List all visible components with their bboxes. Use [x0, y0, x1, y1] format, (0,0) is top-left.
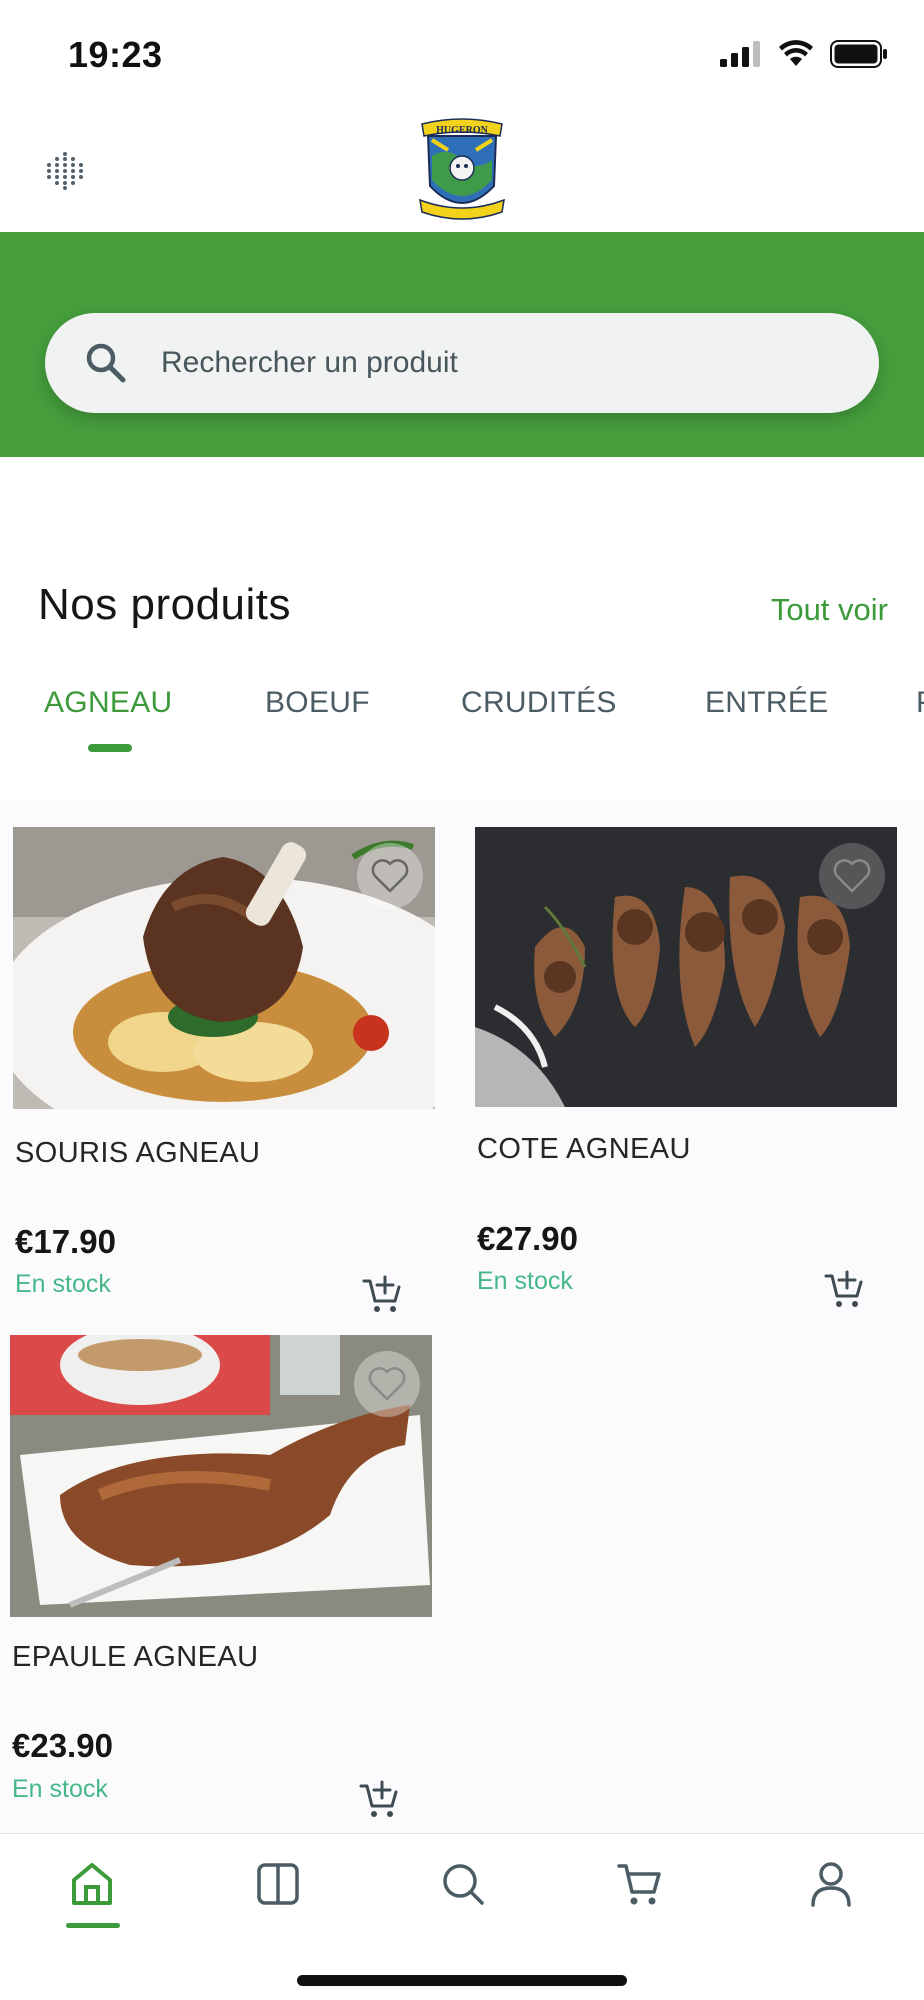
hugeron-logo: HUGERON: [419, 118, 505, 220]
tab-entree[interactable]: ENTRÉE: [705, 686, 829, 720]
product-name: SOURIS AGNEAU: [15, 1137, 261, 1169]
wifi-icon: [779, 40, 813, 66]
status-icons: [720, 40, 888, 68]
app-header: HUGERON: [0, 110, 924, 232]
product-price: €17.90: [15, 1223, 116, 1260]
stock-status: En stock: [12, 1775, 108, 1803]
add-to-cart-icon[interactable]: [361, 1273, 403, 1315]
profile-icon[interactable]: [801, 1854, 861, 1914]
product-card[interactable]: COTE AGNEAU €27.90 En stock: [475, 827, 899, 1317]
cellular-signal-icon: [720, 41, 760, 67]
tab-crudites[interactable]: CRUDITÉS: [461, 686, 617, 720]
product-card[interactable]: EPAULE AGNEAU €23.90 En stock: [10, 1335, 434, 1825]
stock-status: En stock: [477, 1267, 573, 1295]
see-all-link[interactable]: Tout voir: [771, 592, 888, 628]
add-to-cart-icon[interactable]: [358, 1778, 400, 1820]
catalog-icon[interactable]: [248, 1854, 308, 1914]
svg-text:HUGERON: HUGERON: [436, 125, 488, 136]
active-tab-indicator: [88, 744, 132, 752]
search-bar[interactable]: [45, 313, 879, 413]
home-indicator-bar: [297, 1975, 627, 1986]
search-icon: [86, 343, 126, 383]
section-title: Nos produits: [38, 580, 292, 629]
search-banner: [0, 232, 924, 457]
bottom-navigation: [0, 1833, 924, 2000]
search-icon[interactable]: [433, 1854, 493, 1914]
favorite-heart-icon[interactable]: [819, 843, 885, 909]
tab-partial[interactable]: P: [916, 686, 924, 720]
add-to-cart-icon[interactable]: [823, 1268, 865, 1310]
product-image[interactable]: [475, 827, 897, 1107]
cart-icon[interactable]: [610, 1854, 670, 1914]
status-time: 19:23: [68, 34, 163, 75]
stock-status: En stock: [15, 1270, 111, 1298]
product-name: COTE AGNEAU: [477, 1133, 691, 1165]
battery-icon: [830, 40, 887, 68]
product-name: EPAULE AGNEAU: [12, 1641, 259, 1673]
active-nav-indicator: [66, 1923, 120, 1928]
tab-boeuf[interactable]: BOEUF: [265, 686, 370, 720]
favorite-heart-icon[interactable]: [357, 843, 423, 909]
category-tabs: AGNEAU BOEUF CRUDITÉS ENTRÉE P: [0, 686, 924, 756]
home-icon[interactable]: [62, 1854, 122, 1914]
product-price: €27.90: [477, 1220, 578, 1257]
favorite-heart-icon[interactable]: [354, 1351, 420, 1417]
product-image[interactable]: [13, 827, 435, 1109]
status-bar: 19:23: [0, 0, 924, 110]
product-card[interactable]: SOURIS AGNEAU €17.90 En stock: [13, 827, 437, 1317]
product-image[interactable]: [10, 1335, 432, 1617]
search-input[interactable]: [161, 346, 801, 380]
tab-agneau[interactable]: AGNEAU: [44, 686, 173, 720]
product-price: €23.90: [12, 1727, 113, 1764]
menu-grid-icon[interactable]: [44, 150, 86, 192]
